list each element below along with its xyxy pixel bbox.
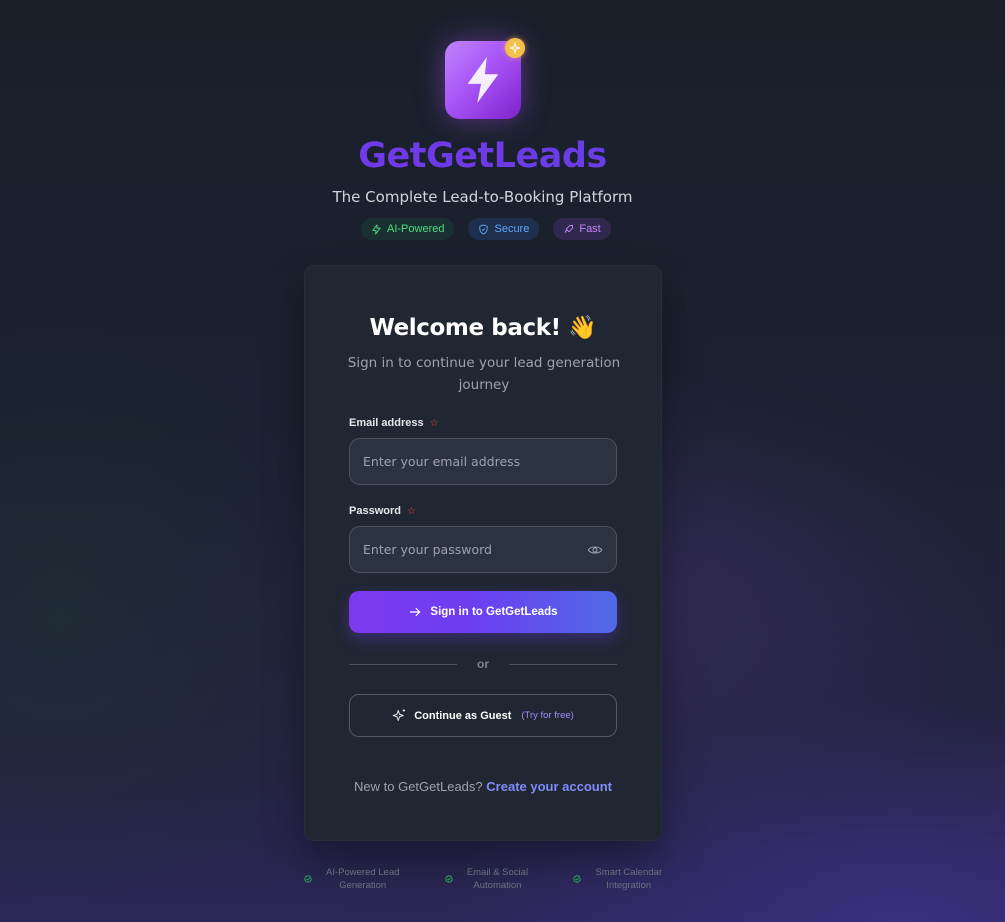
feature-line: Automation <box>473 880 522 891</box>
signup-text: New to GetGetLeads? <box>354 779 483 794</box>
feature-line: Generation <box>339 880 387 891</box>
sparkles-icon <box>392 709 406 721</box>
badge-ai-powered: AI-Powered <box>361 218 455 240</box>
feature-line: Smart Calendar <box>595 867 662 878</box>
guest-hint: (Try for free) <box>521 710 574 721</box>
feature-text: Email & Social Automation <box>467 866 528 892</box>
welcome-heading: Welcome back! 👋 <box>369 315 597 341</box>
email-label-text: Email address <box>349 417 424 429</box>
feature-item: AI-Powered Lead Generation <box>304 866 399 892</box>
password-label-text: Password <box>349 505 401 517</box>
email-input[interactable] <box>363 454 603 469</box>
feature-line: Integration <box>606 880 652 891</box>
signin-button[interactable]: Sign in to GetGetLeads <box>349 591 617 633</box>
password-input[interactable] <box>363 542 587 557</box>
badge-label: Secure <box>494 223 530 235</box>
feature-list: AI-Powered Lead Generation Email & Socia… <box>304 866 662 892</box>
feature-text: Smart Calendar Integration <box>595 866 662 892</box>
welcome-subtitle: Sign in to continue your lead generation… <box>347 355 621 393</box>
required-star-icon: ☆ <box>406 505 416 517</box>
or-divider: or <box>349 656 617 672</box>
check-circle-icon <box>445 875 453 883</box>
password-field[interactable] <box>349 526 617 573</box>
badge-fast: Fast <box>553 218 611 240</box>
brand-name: GetGetLeads <box>0 136 965 176</box>
badge-label: Fast <box>579 223 601 235</box>
feature-item: Smart Calendar Integration <box>573 866 662 892</box>
sparkle-icon <box>505 38 525 58</box>
rocket-icon <box>565 224 574 233</box>
shield-icon <box>479 223 489 235</box>
feature-line: Email & Social <box>466 867 529 878</box>
badge-label: AI-Powered <box>387 223 445 235</box>
divider-line <box>509 663 617 665</box>
guest-button[interactable]: Continue as Guest (Try for free) <box>349 694 617 737</box>
signup-prompt: New to GetGetLeads? Create your account <box>305 779 661 794</box>
feature-item: Email & Social Automation <box>445 866 528 892</box>
password-label: Password ☆ <box>349 505 416 517</box>
email-label: Email address ☆ <box>349 417 439 429</box>
divider-line <box>349 663 457 665</box>
lightning-bolt-icon <box>467 57 499 103</box>
guest-button-label: Continue as Guest <box>414 709 512 722</box>
app-logo <box>445 38 525 119</box>
arrow-right-icon <box>410 607 421 617</box>
feature-badges: AI-Powered Secure Fast <box>361 218 611 240</box>
login-card: Welcome back! 👋 Sign in to continue your… <box>304 265 662 841</box>
email-field[interactable] <box>349 438 617 485</box>
feature-line: AI-Powered Lead <box>326 867 400 878</box>
required-star-icon: ☆ <box>429 417 439 429</box>
signin-button-label: Sign in to GetGetLeads <box>430 606 558 618</box>
badge-secure: Secure <box>468 218 540 240</box>
lightning-icon <box>372 223 381 235</box>
brand-tagline: The Complete Lead-to-Booking Platform <box>332 188 633 206</box>
create-account-link[interactable]: Create your account <box>486 779 612 794</box>
feature-text: AI-Powered Lead Generation <box>326 866 399 892</box>
eye-icon[interactable] <box>587 542 603 558</box>
check-circle-icon <box>573 875 582 883</box>
divider-text: or <box>477 657 489 671</box>
check-circle-icon <box>304 875 312 883</box>
